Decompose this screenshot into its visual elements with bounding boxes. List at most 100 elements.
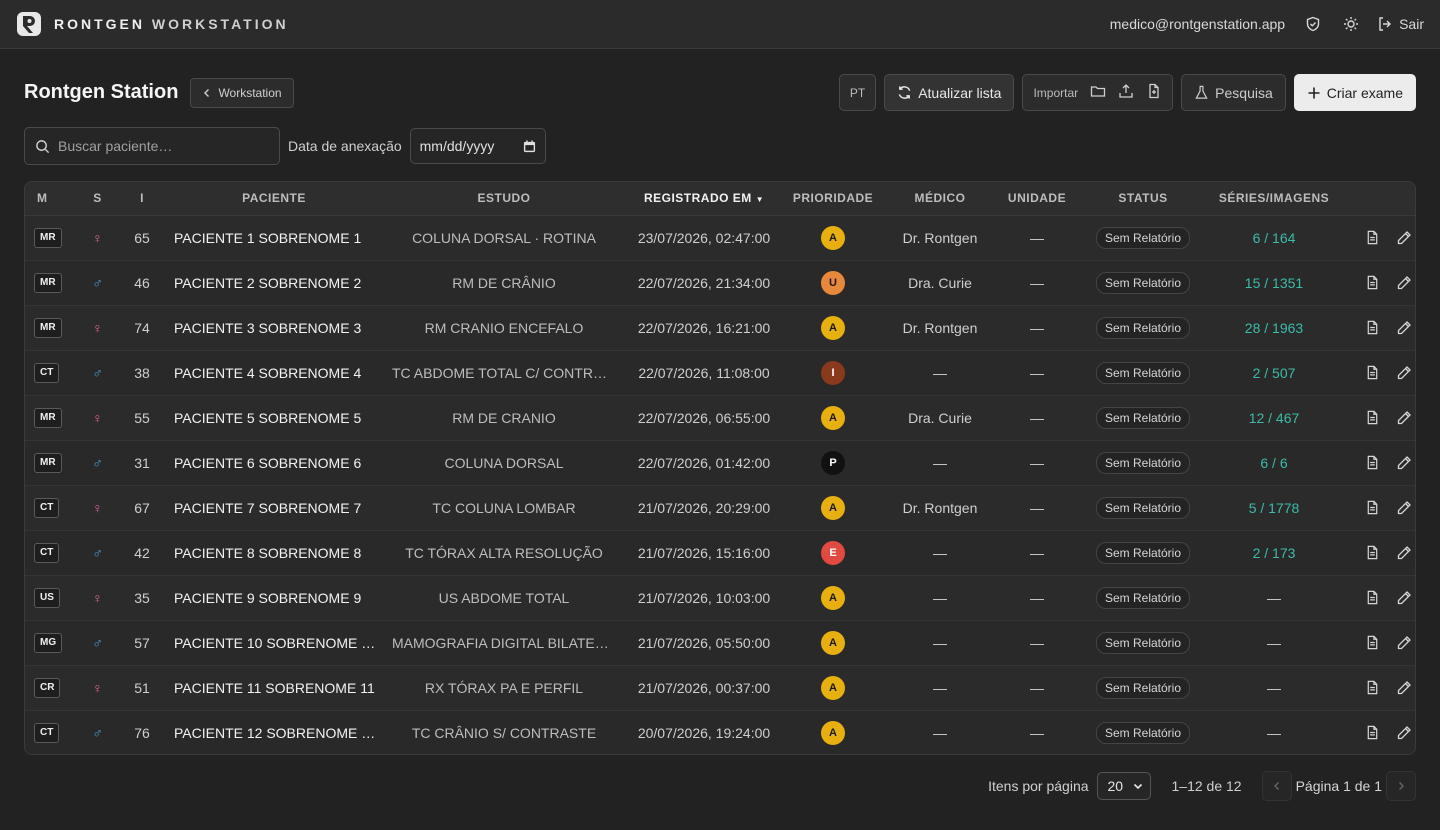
column-header-sex[interactable]: S	[75, 182, 120, 216]
column-header-registered[interactable]: REGISTRADO EM ▼	[624, 182, 784, 216]
priority-badge: A	[821, 225, 845, 250]
page-indicator: Página 1 de 1	[1295, 778, 1382, 794]
sex-cell: ♂	[75, 440, 120, 486]
edit-pencil-icon[interactable]	[1395, 499, 1413, 517]
table-row[interactable]: US ♀ 35 PACIENTE 9 SOBRENOME 9 US ABDOME TOT…	[25, 575, 1415, 621]
patient-name[interactable]: PACIENTE 6 SOBRENOME 6	[164, 440, 384, 486]
patient-name[interactable]: PACIENTE 5 SOBRENOME 5	[164, 395, 384, 441]
language-button[interactable]: PT	[838, 74, 877, 111]
priority-cell: A	[784, 620, 882, 666]
patient-name[interactable]: PACIENTE 7 SOBRENOME 7	[164, 485, 384, 531]
table-row[interactable]: MR ♀ 55 PACIENTE 5 SOBRENOME 5 RM DE CRANIO 2…	[25, 395, 1415, 441]
table-row[interactable]: CT ♂ 38 PACIENTE 4 SOBRENOME 4 TC ABDOME TOT…	[25, 350, 1415, 396]
patient-name[interactable]: PACIENTE 11 SOBRENOME 11	[164, 665, 384, 711]
edit-pencil-icon[interactable]	[1395, 229, 1413, 247]
table-row[interactable]: MR ♀ 74 PACIENTE 3 SOBRENOME 3 RM CRANIO ENC…	[25, 305, 1415, 351]
items-per-page-select[interactable]: 20	[1096, 772, 1151, 800]
report-document-icon[interactable]	[1363, 679, 1381, 697]
column-header-status[interactable]: STATUS	[1076, 182, 1210, 216]
edit-pencil-icon[interactable]	[1395, 724, 1413, 742]
study-name: TC TÓRAX ALTA RESOLUÇÃO	[384, 530, 624, 576]
report-document-icon[interactable]	[1363, 409, 1381, 427]
column-header-patient[interactable]: PACIENTE	[164, 182, 384, 216]
study-name: TC ABDOME TOTAL C/ CONTRASTE	[384, 350, 624, 396]
upload-icon[interactable]	[1118, 83, 1134, 102]
edit-pencil-icon[interactable]	[1395, 409, 1413, 427]
age-cell: 31	[120, 440, 164, 486]
status-badge: Sem Relatório	[1095, 226, 1191, 249]
column-header-study[interactable]: ESTUDO	[384, 182, 624, 216]
next-page-button[interactable]	[1386, 771, 1416, 801]
age-cell: 65	[120, 215, 164, 261]
theme-toggle-sun-icon[interactable]	[1339, 12, 1363, 36]
refresh-list-button[interactable]: Atualizar lista	[884, 74, 1015, 111]
modality-cell: US	[25, 575, 75, 621]
priority-badge: A	[821, 405, 845, 430]
sex-cell: ♀	[75, 305, 120, 351]
create-exam-button[interactable]: Criar exame	[1293, 74, 1416, 111]
calendar-icon[interactable]	[523, 139, 536, 153]
edit-pencil-icon[interactable]	[1395, 364, 1413, 382]
column-header-unit[interactable]: UNIDADE	[998, 182, 1076, 216]
report-document-icon[interactable]	[1363, 499, 1381, 517]
sex-icon: ♀	[92, 319, 103, 336]
column-header-age[interactable]: I	[120, 182, 164, 216]
patient-name[interactable]: PACIENTE 10 SOBRENOME 10	[164, 620, 384, 666]
column-header-priority[interactable]: PRIORIDADE	[784, 182, 882, 216]
report-document-icon[interactable]	[1363, 319, 1381, 337]
patient-name[interactable]: PACIENTE 9 SOBRENOME 9	[164, 575, 384, 621]
table-row[interactable]: MG ♂ 57 PACIENTE 10 SOBRENOME 10 MAMOGRAFIA …	[25, 620, 1415, 666]
column-header-doctor[interactable]: MÉDICO	[882, 182, 998, 216]
modality-cell: CT	[25, 350, 75, 396]
table-row[interactable]: MR ♀ 65 PACIENTE 1 SOBRENOME 1 COLUNA DORSAL…	[25, 215, 1415, 261]
report-document-icon[interactable]	[1363, 274, 1381, 292]
table-row[interactable]: CR ♀ 51 PACIENTE 11 SOBRENOME 11 RX TÓRAX PA…	[25, 665, 1415, 711]
edit-pencil-icon[interactable]	[1395, 544, 1413, 562]
table-row[interactable]: CT ♀ 67 PACIENTE 7 SOBRENOME 7 TC COLUNA LOM…	[25, 485, 1415, 531]
report-document-icon[interactable]	[1363, 544, 1381, 562]
edit-pencil-icon[interactable]	[1395, 274, 1413, 292]
search-input[interactable]	[58, 138, 258, 154]
priority-cell: A	[784, 215, 882, 261]
report-document-icon[interactable]	[1363, 229, 1381, 247]
report-document-icon[interactable]	[1363, 589, 1381, 607]
research-button[interactable]: Pesquisa	[1181, 74, 1286, 111]
column-header-series-images[interactable]: SÉRIES/IMAGENS	[1210, 182, 1338, 216]
table-header-row: M S I PACIENTE ESTUDO REGISTRADO EM ▼ PR…	[25, 182, 1415, 216]
patient-name[interactable]: PACIENTE 4 SOBRENOME 4	[164, 350, 384, 396]
table-row[interactable]: CT ♂ 42 PACIENTE 8 SOBRENOME 8 TC TÓRAX ALTA…	[25, 530, 1415, 576]
table-row[interactable]: MR ♂ 46 PACIENTE 2 SOBRENOME 2 RM DE CRÂNIO 2…	[25, 260, 1415, 306]
import-file-icon[interactable]	[1146, 83, 1162, 102]
shield-icon[interactable]	[1301, 12, 1325, 36]
attachment-date-input[interactable]: mm/dd/yyyy	[409, 128, 546, 164]
logout-button[interactable]: Sair	[1377, 16, 1424, 32]
status-cell: Sem Relatório	[1076, 575, 1210, 621]
patient-name[interactable]: PACIENTE 12 SOBRENOME 12	[164, 710, 384, 754]
edit-pencil-icon[interactable]	[1395, 589, 1413, 607]
report-document-icon[interactable]	[1363, 364, 1381, 382]
column-header-modality[interactable]: M	[25, 182, 75, 216]
report-document-icon[interactable]	[1363, 634, 1381, 652]
patient-name[interactable]: PACIENTE 3 SOBRENOME 3	[164, 305, 384, 351]
table-row[interactable]: MR ♂ 31 PACIENTE 6 SOBRENOME 6 COLUNA DORSAL…	[25, 440, 1415, 486]
edit-pencil-icon[interactable]	[1395, 319, 1413, 337]
report-document-icon[interactable]	[1363, 454, 1381, 472]
doctor-cell: —	[882, 530, 998, 576]
edit-pencil-icon[interactable]	[1395, 454, 1413, 472]
previous-page-button[interactable]	[1261, 771, 1292, 801]
table-row[interactable]: CT ♂ 76 PACIENTE 12 SOBRENOME 12 TC CRÂNIO S…	[25, 710, 1415, 754]
report-document-icon[interactable]	[1363, 724, 1381, 742]
modality-badge: CT	[34, 723, 60, 744]
sex-icon: ♂	[92, 364, 103, 381]
patient-name[interactable]: PACIENTE 1 SOBRENOME 1	[164, 215, 384, 261]
chevron-down-icon	[1133, 783, 1142, 790]
folder-icon[interactable]	[1090, 83, 1106, 102]
registered-date: 22/07/2026, 06:55:00	[624, 395, 784, 441]
edit-pencil-icon[interactable]	[1395, 679, 1413, 697]
registered-date: 22/07/2026, 01:42:00	[624, 440, 784, 486]
patient-name[interactable]: PACIENTE 2 SOBRENOME 2	[164, 260, 384, 306]
registered-date: 21/07/2026, 10:03:00	[624, 575, 784, 621]
edit-pencil-icon[interactable]	[1395, 634, 1413, 652]
back-to-workstation-button[interactable]: Workstation	[190, 77, 294, 108]
patient-name[interactable]: PACIENTE 8 SOBRENOME 8	[164, 530, 384, 576]
